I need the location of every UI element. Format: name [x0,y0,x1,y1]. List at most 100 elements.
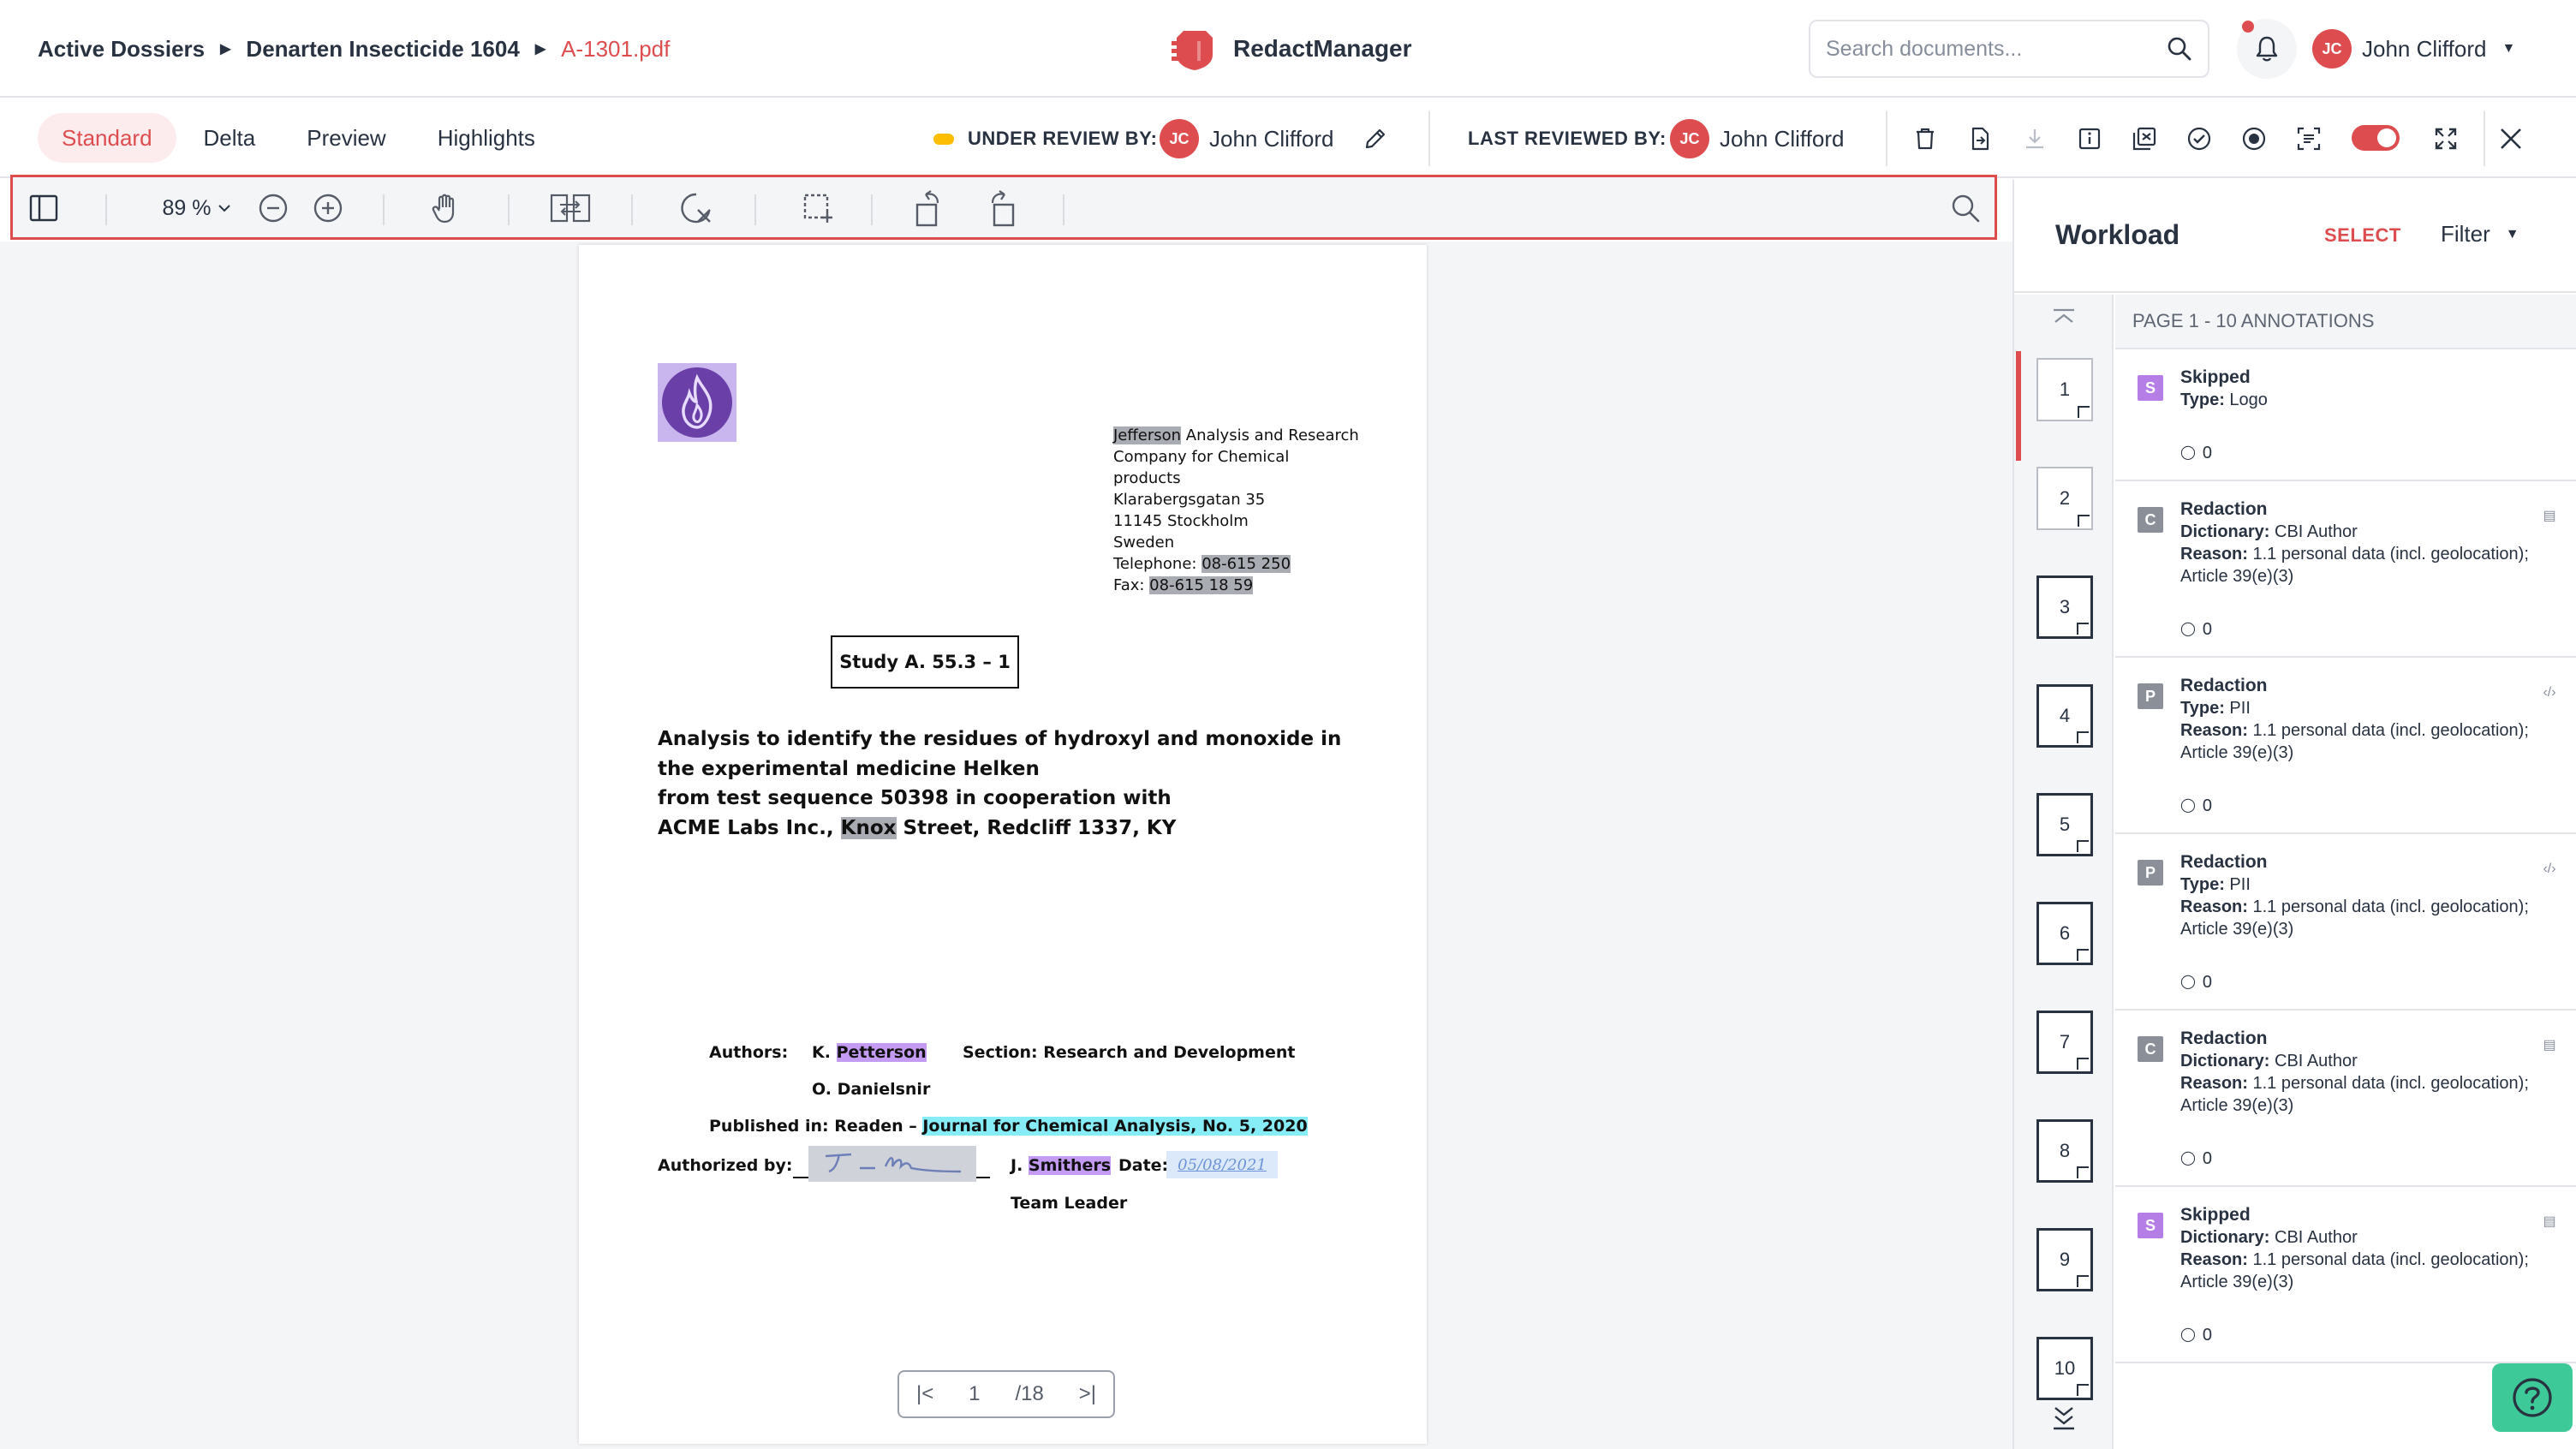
toolbar-divider [1063,194,1064,225]
page-thumbnail[interactable]: 2 [2036,467,2093,530]
fullscreen-button[interactable] [2430,123,2461,154]
brand[interactable]: RedactManager [1172,22,1412,75]
scroll-bottom-icon[interactable] [2050,1404,2078,1436]
select-button[interactable]: SELECT [2324,224,2401,247]
hand-icon [432,194,455,224]
signature-redaction[interactable] [808,1146,976,1182]
close-document-button[interactable] [2496,123,2526,154]
divider [1886,111,1887,166]
annotation-card[interactable]: P Redaction Type: PII Reason: 1.1 personal … [2115,658,2576,834]
document-viewer[interactable]: Jefferson Analysis and Research Company … [0,242,2012,1449]
tab-delta[interactable]: Delta [180,113,280,163]
search-in-document-button[interactable] [1948,191,1983,225]
annotation-card[interactable]: C Redaction Dictionary: CBI Author Reason: … [2115,1011,2576,1187]
approve-button[interactable] [2184,123,2215,154]
zoom-select[interactable]: 89 % [158,191,236,225]
annotation-card[interactable]: S Skipped Dictionary: CBI Author Reason: 1.… [2115,1187,2576,1363]
signer-role: Team Leader [1011,1194,1128,1213]
page-thumbnail[interactable]: 7 [2036,1011,2093,1074]
code-icon[interactable]: ‹/› [2540,860,2559,879]
annotation-card[interactable]: C Redaction Dictionary: CBI Author Reason: … [2115,481,2576,658]
comment-count[interactable]: ◯ 0 [2180,971,2535,993]
comment-count[interactable]: ◯ 0 [2180,442,2535,464]
annotation-reason-key: Reason: [2180,721,2248,740]
annotation-card[interactable]: S Skipped Type: Logo ◯ 0 [2115,349,2576,481]
redacted-phone[interactable]: 08-615 250 [1202,555,1291,573]
area-select-button[interactable] [799,191,837,225]
page-thumbnail[interactable]: 8 [2036,1119,2093,1183]
zoom-out-button[interactable] [256,191,290,225]
compare-pages-button[interactable] [549,191,592,225]
toolbar-divider [871,194,873,225]
search-box[interactable] [1809,20,2209,78]
document-icon[interactable]: ▤ [2540,1213,2559,1231]
document-page[interactable]: Jefferson Analysis and Research Company … [579,245,1427,1444]
under-review-user[interactable]: JC John Clifford [1160,119,1334,158]
page-fold-icon [2077,1275,2089,1287]
page-thumbnail[interactable]: 3 [2036,575,2093,639]
redacted-fax[interactable]: 08-615 18 59 [1149,576,1254,594]
document-info-button[interactable] [2074,123,2105,154]
handwritten-date[interactable]: 05/08/2021 [1166,1151,1278,1178]
page-thumbnail[interactable]: 1 [2036,358,2093,421]
redacted-company-name[interactable]: Jefferson [1113,426,1182,444]
document-icon[interactable]: ▤ [2540,507,2559,526]
page-thumbnail[interactable]: 4 [2036,684,2093,748]
zoom-in-button[interactable] [311,191,345,225]
filter-dropdown[interactable]: Filter ▼ [2441,221,2519,247]
scroll-top-icon[interactable] [2050,307,2078,335]
highlighted-journal[interactable]: Journal for Chemical Analysis, No. 5, 20… [922,1117,1308,1136]
notifications-button[interactable] [2237,19,2297,79]
page-thumbnail[interactable]: 6 [2036,902,2093,965]
current-page-input[interactable]: 1 [969,1382,980,1406]
pan-tool-button[interactable] [427,191,465,225]
title-line: Street, Redcliff 1337, KY [896,816,1177,839]
edit-reviewer-button[interactable] [1360,123,1391,154]
annotations-header: PAGE 1 - 10 ANNOTATIONS [2115,295,2576,349]
document-icon[interactable]: ▤ [2540,1036,2559,1055]
delete-button[interactable] [1910,123,1941,154]
rotate-left-button[interactable] [910,190,948,227]
toggle-sidebar-button[interactable] [25,191,63,225]
comment-count[interactable]: ◯ 0 [2180,618,2535,641]
redacted-signer[interactable]: Smithers [1028,1156,1112,1175]
company-logo-redaction[interactable] [658,363,736,442]
tab-highlights[interactable]: Highlights [414,113,559,163]
last-reviewed-label: LAST REVIEWED BY: [1468,128,1667,149]
code-icon[interactable]: ‹/› [2540,683,2559,702]
breadcrumb-item-dossier[interactable]: Denarten Insecticide 1604 [246,36,519,63]
export-file-button[interactable] [1965,123,1995,154]
comment-count[interactable]: ◯ 0 [2180,795,2535,817]
redaction-preview-toggle[interactable] [2352,125,2400,151]
phone-label: Telephone: [1113,555,1202,573]
download-button[interactable] [2019,123,2050,154]
breadcrumb-item-file[interactable]: A-1301.pdf [561,36,670,63]
tab-preview[interactable]: Preview [283,113,409,163]
record-button[interactable] [2239,123,2269,154]
page-thumbnail[interactable]: 9 [2036,1228,2093,1291]
ocr-scan-button[interactable] [2293,123,2324,154]
user-menu[interactable]: JC John Clifford ▼ [2312,26,2515,72]
search-icon[interactable] [2167,36,2192,62]
help-button[interactable] [2492,1363,2573,1432]
page-number: 2 [2059,487,2071,509]
exclude-pages-button[interactable] [2129,123,2160,154]
rotate-right-button[interactable] [982,190,1020,227]
comment-count[interactable]: ◯ 0 [2180,1148,2535,1170]
redacted-street[interactable]: Knox [840,816,897,839]
annotation-card[interactable]: P Redaction Type: PII Reason: 1.1 personal … [2115,834,2576,1011]
last-page-icon[interactable]: >| [1079,1382,1096,1406]
tab-standard[interactable]: Standard [38,113,176,163]
search-input[interactable] [1826,36,2167,62]
first-page-icon[interactable]: |< [916,1382,933,1406]
comment-count[interactable]: ◯ 0 [2180,1324,2535,1346]
annotation-detail-value: CBI Author [2269,1228,2358,1247]
page-thumbnail[interactable]: 5 [2036,793,2093,856]
page-thumbnail[interactable]: 10 [2036,1337,2093,1400]
page-navigator: |< 1 /18 >| [897,1370,1115,1418]
clear-selection-button[interactable] [677,191,715,225]
annotation-reason: Reason: 1.1 personal data (incl. geoloca… [2180,719,2535,764]
breadcrumb-item-dossiers[interactable]: Active Dossiers [38,36,205,63]
redacted-author[interactable]: Petterson [836,1043,927,1062]
annotation-title: Redaction [2180,499,2268,519]
